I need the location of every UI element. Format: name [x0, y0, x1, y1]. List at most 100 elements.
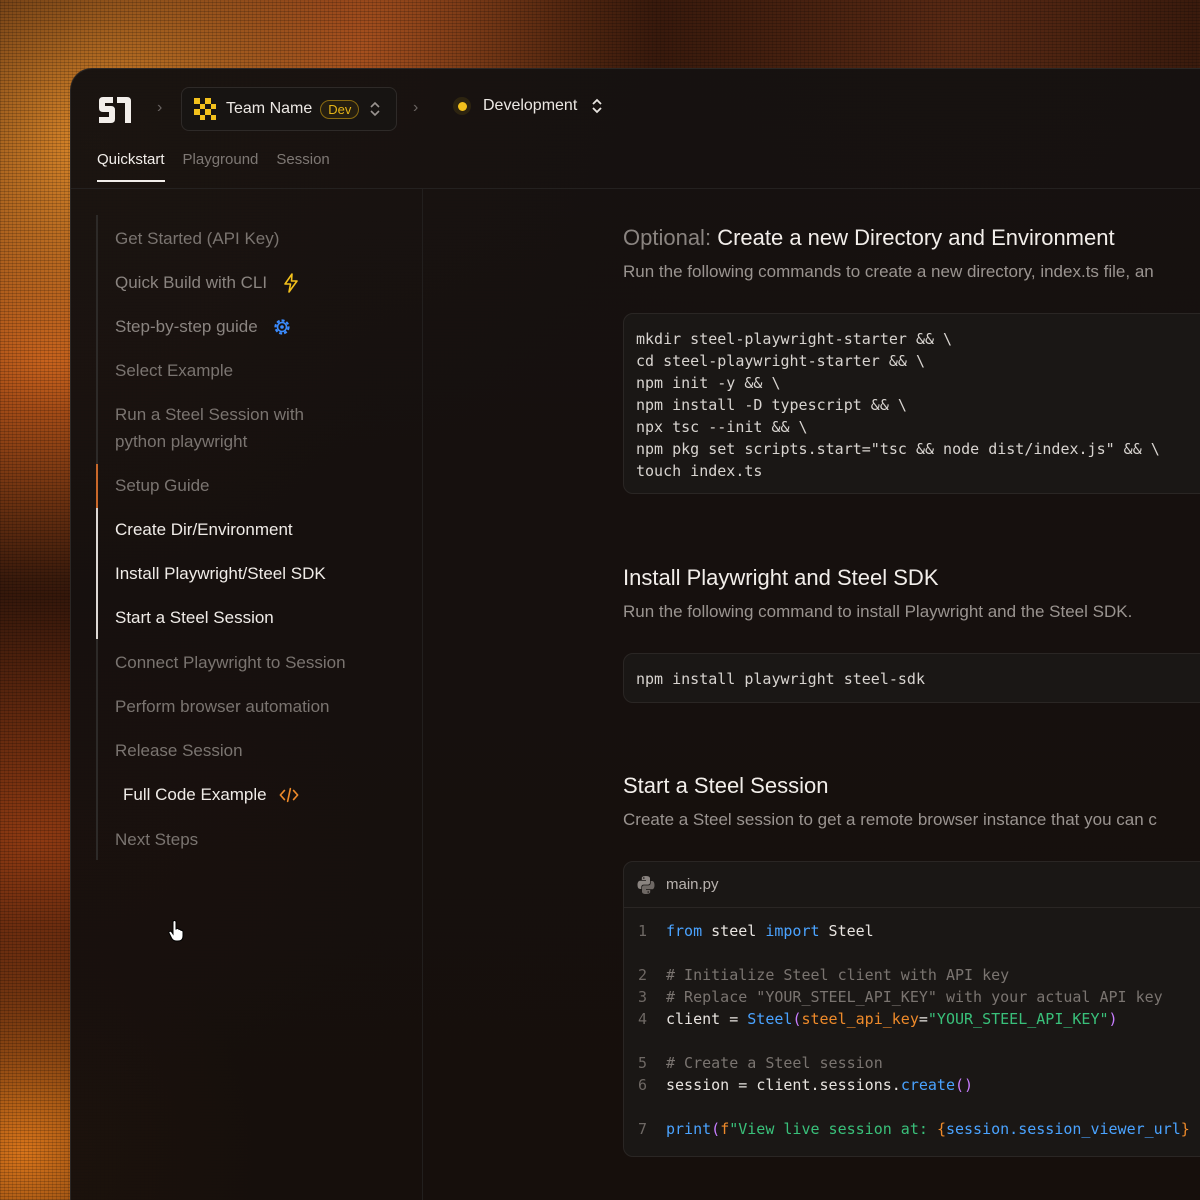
section-heading-install: Install Playwright and Steel SDK — [623, 565, 939, 590]
sidebar-item-release[interactable]: Release Session — [115, 737, 243, 764]
code-line: 6 session = client.sessions. create() — [638, 1074, 1200, 1096]
section-description: Create a Steel session to get a remote b… — [623, 810, 1157, 829]
code-token: "View live session at: — [729, 1120, 937, 1138]
section-description: Run the following command to install Pla… — [623, 602, 1133, 621]
sidebar-item-get-started[interactable]: Get Started (API Key) — [115, 225, 279, 252]
team-logo-icon — [194, 98, 216, 120]
sidebar-item-label: Run a Steel Session with — [115, 405, 304, 424]
code-token: import — [765, 922, 820, 940]
team-switcher[interactable]: Team Name Dev — [181, 87, 397, 131]
sidebar-item-full-code[interactable]: Full Code Example — [123, 781, 299, 808]
code-lines: 1 from steel import Steel 2 # Initialize… — [624, 908, 1200, 1140]
code-block-create-dir[interactable]: mkdir steel-playwright-starter && \ cd s… — [623, 313, 1200, 494]
python-icon — [637, 875, 655, 894]
code-token: "YOUR_STEEL_API_KEY" — [927, 1010, 1109, 1028]
team-name: Team Name — [226, 100, 313, 117]
environment-name: Development — [483, 97, 578, 114]
sidebar-item-label: Install Playwright/Steel SDK — [115, 564, 326, 583]
sidebar-item-connect[interactable]: Connect Playwright to Session — [115, 649, 346, 676]
code-token: client — [666, 1010, 730, 1028]
sidebar-item-select-example[interactable]: Select Example — [115, 357, 233, 384]
code-line: 3 # Replace "YOUR_STEEL_API_KEY" with yo… — [638, 986, 1200, 1008]
code-token: session.session_viewer_url — [945, 1120, 1181, 1138]
sidebar-item-start-session[interactable]: Start a Steel Session — [115, 604, 274, 631]
chevron-updown-icon — [592, 98, 602, 114]
sidebar-item-install[interactable]: Install Playwright/Steel SDK — [115, 560, 326, 587]
code-block-main-py[interactable]: main.py 1 from steel import Steel 2 # In… — [623, 861, 1200, 1157]
section-heading-create-dir: Optional: Create a new Directory and Env… — [623, 225, 1115, 251]
hand-cursor-icon — [168, 920, 184, 942]
sidebar-item-run-session[interactable]: Run a Steel Session with python playwrig… — [115, 401, 304, 455]
code-token: f — [720, 1120, 730, 1138]
sidebar-item-label: Setup Guide — [115, 476, 210, 495]
nav-active-marker — [96, 508, 98, 639]
sidebar-item-label: Select Example — [115, 361, 234, 380]
app-window: › Team Name Dev › Development Quickstart — [70, 68, 1200, 1200]
line-number: 2 — [638, 966, 648, 984]
sidebar-item-label: Perform browser automation — [115, 697, 330, 716]
tab-quickstart[interactable]: Quickstart — [97, 151, 165, 182]
sidebar-item-next-steps[interactable]: Next Steps — [115, 826, 198, 853]
sidebar-item-quick-build[interactable]: Quick Build with CLI — [115, 269, 301, 296]
code-token: client.sessions. — [756, 1076, 901, 1094]
code-token: () — [955, 1076, 974, 1094]
line-number: 5 — [638, 1054, 648, 1072]
top-bar: › Team Name Dev › Development Quickstart — [71, 69, 1200, 189]
line-number: 4 — [638, 1010, 648, 1028]
sidebar-item-label: Quick Build with CLI — [115, 273, 268, 292]
sidebar-item-step-guide[interactable]: Step-by-step guide — [115, 313, 292, 340]
code-token: # Replace "YOUR_STEEL_API_KEY" with your… — [666, 988, 1163, 1006]
line-number: 3 — [638, 988, 648, 1006]
code-token: ) — [1108, 1010, 1118, 1028]
code-token: = — [738, 1076, 757, 1094]
team-badge: Dev — [320, 99, 360, 119]
environment-switcher[interactable]: Development — [453, 97, 603, 115]
code-line: 4 client = Steel(steel_api_key = "YOUR_STE… — [638, 1008, 1200, 1030]
code-line: 5 # Create a Steel session — [638, 1052, 1200, 1074]
code-token: session — [666, 1076, 739, 1094]
code-token: steel — [702, 922, 766, 940]
code-block-install[interactable]: npm install playwright steel-sdk — [623, 653, 1200, 703]
section-description: Run the following commands to create a n… — [623, 262, 1154, 281]
code-token: ( — [711, 1120, 721, 1138]
code-line: 2 # Initialize Steel client with API key — [638, 964, 1200, 986]
sidebar-item-label: Step-by-step guide — [115, 317, 258, 336]
tab-session[interactable]: Session — [276, 151, 329, 182]
code-token: create — [900, 1076, 955, 1094]
code-token: from — [666, 922, 703, 940]
code-token: # Initialize Steel client with API key — [666, 966, 1010, 984]
code-token: print — [666, 1120, 712, 1138]
tab-playground[interactable]: Playground — [183, 151, 259, 182]
section-heading-start-session: Start a Steel Session — [623, 773, 829, 798]
line-number: 7 — [638, 1120, 648, 1138]
file-header: main.py — [624, 862, 1200, 908]
sidebar-item-setup-guide[interactable]: Setup Guide — [115, 472, 210, 499]
sidebar-item-label: Connect Playwright to Session — [115, 653, 346, 672]
code-token: ( — [792, 1010, 802, 1028]
sidebar-item-label: Start a Steel Session — [115, 608, 274, 627]
heading-title: Create a new Directory and Environment — [717, 225, 1115, 250]
sidebar-nav: Get Started (API Key) Quick Build with C… — [71, 189, 423, 1200]
code-token: Steel — [747, 1010, 793, 1028]
lightning-icon — [284, 272, 298, 293]
steel-logo-icon[interactable] — [97, 95, 133, 125]
line-number: 1 — [638, 922, 648, 940]
sidebar-item-label: Get Started (API Key) — [115, 229, 280, 248]
code-line: 7 print(f "View live session at: {session… — [638, 1118, 1200, 1140]
code-icon — [279, 787, 299, 802]
code-token: = — [729, 1010, 748, 1028]
breadcrumb-chevron-icon: › — [157, 99, 163, 116]
sidebar-item-automation[interactable]: Perform browser automation — [115, 693, 329, 720]
code-token: { — [936, 1120, 946, 1138]
gear-icon — [274, 318, 290, 335]
sidebar-item-create-dir[interactable]: Create Dir/Environment — [115, 516, 293, 543]
code-token: # Create a Steel session — [666, 1054, 883, 1072]
code-token: Steel — [819, 922, 874, 940]
code-token: } — [1180, 1120, 1190, 1138]
heading-prefix: Optional: — [623, 225, 712, 250]
status-dot-icon — [453, 97, 471, 115]
breadcrumb-chevron-icon: › — [413, 99, 419, 116]
sidebar-item-label: Full Code Example — [123, 785, 267, 804]
code-token: = — [918, 1010, 928, 1028]
chevron-updown-icon — [370, 101, 380, 117]
